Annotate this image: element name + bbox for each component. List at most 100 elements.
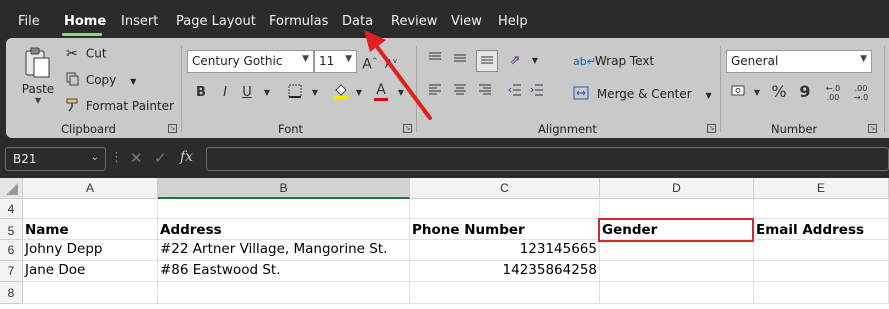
column-header-c[interactable]: C bbox=[410, 178, 600, 199]
italic-button[interactable]: I bbox=[216, 84, 234, 102]
copy-label: Copy bbox=[85, 73, 117, 87]
row-header[interactable]: 5 bbox=[0, 219, 23, 240]
cell-e4[interactable] bbox=[754, 199, 889, 219]
align-right-icon[interactable] bbox=[476, 84, 494, 102]
chevron-down-icon: ⌄ bbox=[90, 152, 99, 163]
cell-d6[interactable] bbox=[600, 240, 754, 261]
column-header-e[interactable]: E bbox=[754, 178, 889, 199]
font-color-swatch bbox=[374, 98, 388, 101]
tab-home[interactable]: Home bbox=[64, 14, 106, 29]
cut-button[interactable]: ✂ Cut bbox=[66, 46, 107, 62]
chevron-down-icon[interactable]: ▼ bbox=[350, 84, 368, 102]
decrease-font-size-icon[interactable]: Av bbox=[382, 52, 400, 71]
decrease-decimal-icon[interactable]: .00 →.0 bbox=[852, 84, 870, 102]
borders-icon[interactable] bbox=[286, 84, 304, 102]
dialog-launcher-icon[interactable]: ↘ bbox=[707, 124, 716, 133]
cell-a4[interactable] bbox=[23, 199, 158, 219]
cell-b8[interactable] bbox=[158, 282, 410, 304]
increase-indent-icon[interactable] bbox=[528, 84, 546, 102]
fill-color-icon[interactable] bbox=[332, 82, 350, 100]
chevron-down-icon[interactable]: ▼ bbox=[392, 84, 410, 102]
cancel-icon[interactable]: ✕ bbox=[130, 149, 143, 167]
align-middle-icon[interactable] bbox=[451, 52, 469, 70]
font-color-icon[interactable]: A bbox=[372, 82, 390, 101]
cell-a5[interactable]: Name bbox=[23, 219, 158, 240]
tab-insert[interactable]: Insert bbox=[121, 14, 158, 29]
column-header-b[interactable]: B bbox=[158, 178, 410, 199]
cell-c6[interactable]: 123145665 bbox=[410, 240, 600, 261]
cell-a8[interactable] bbox=[23, 282, 158, 304]
format-painter-button[interactable]: Format Painter bbox=[66, 98, 174, 115]
cell-e8[interactable] bbox=[754, 282, 889, 304]
paste-button[interactable]: Paste ▼ bbox=[20, 46, 56, 116]
number-format-dropdown[interactable]: General ▼ bbox=[726, 50, 872, 73]
cell-e5[interactable]: Email Address bbox=[754, 219, 889, 240]
row-header[interactable]: 6 bbox=[0, 240, 23, 261]
dialog-launcher-icon[interactable]: ↘ bbox=[403, 124, 412, 133]
copy-button[interactable]: Copy ▼ bbox=[66, 72, 136, 89]
decrease-indent-icon[interactable] bbox=[506, 84, 524, 102]
comma-style-button[interactable]: 9 bbox=[796, 83, 814, 101]
insert-function-icon[interactable]: fx bbox=[180, 149, 193, 165]
tab-review[interactable]: Review bbox=[391, 14, 437, 29]
wrap-text-button[interactable]: ab↵ Wrap Text bbox=[573, 54, 654, 68]
font-name-dropdown[interactable]: Century Gothic ▼ bbox=[187, 50, 314, 73]
align-bottom-icon[interactable] bbox=[476, 50, 498, 72]
merge-center-button[interactable]: Merge & Center ▼ bbox=[573, 86, 712, 103]
column-header-a[interactable]: A bbox=[23, 178, 158, 199]
chevron-down-icon[interactable]: ▼ bbox=[306, 84, 324, 102]
chevron-down-icon[interactable]: ▼ bbox=[526, 52, 544, 70]
increase-decimal-icon[interactable]: ←.0.00 bbox=[824, 84, 842, 102]
cell-d7[interactable] bbox=[600, 261, 754, 282]
chevron-down-icon: ▼ bbox=[345, 54, 352, 64]
group-separator bbox=[181, 46, 182, 132]
row-header[interactable]: 4 bbox=[0, 199, 23, 219]
cell-d4[interactable] bbox=[600, 199, 754, 219]
number-format-value: General bbox=[731, 54, 779, 68]
merge-cells-icon bbox=[573, 86, 593, 103]
chevron-down-icon[interactable]: ▼ bbox=[258, 84, 276, 102]
enter-check-icon[interactable]: ✓ bbox=[154, 149, 167, 167]
orientation-icon[interactable]: ⇗ bbox=[506, 52, 524, 70]
increase-font-size-icon[interactable]: A^ bbox=[361, 52, 379, 73]
cell-b4[interactable] bbox=[158, 199, 410, 219]
align-center-icon[interactable] bbox=[451, 84, 469, 102]
column-header-d[interactable]: D bbox=[600, 178, 754, 199]
chevron-down-icon[interactable]: ▼ bbox=[748, 84, 766, 102]
select-all-corner[interactable] bbox=[0, 178, 23, 199]
cell-c4[interactable] bbox=[410, 199, 600, 219]
align-left-icon[interactable] bbox=[426, 84, 444, 102]
cell-d5[interactable]: Gender bbox=[600, 219, 754, 240]
tab-view[interactable]: View bbox=[451, 14, 482, 29]
font-size-dropdown[interactable]: 11 ▼ bbox=[314, 50, 357, 73]
cell-c5[interactable]: Phone Number bbox=[410, 219, 600, 240]
row-header[interactable]: 8 bbox=[0, 282, 23, 304]
name-box[interactable]: B21 ⌄ bbox=[5, 147, 106, 171]
tab-help[interactable]: Help bbox=[498, 14, 528, 29]
underline-button[interactable]: U bbox=[238, 84, 256, 102]
cell-a7[interactable]: Jane Doe bbox=[23, 261, 158, 282]
cell-c8[interactable] bbox=[410, 282, 600, 304]
cell-c7[interactable]: 14235864258 bbox=[410, 261, 600, 282]
cell-a6[interactable]: Johny Depp bbox=[23, 240, 158, 261]
tab-page-layout[interactable]: Page Layout bbox=[176, 14, 256, 29]
cell-e6[interactable] bbox=[754, 240, 889, 261]
accounting-format-icon[interactable] bbox=[730, 84, 748, 102]
cell-b6[interactable]: #22 Artner Village, Mangorine St. bbox=[158, 240, 410, 261]
tab-formulas[interactable]: Formulas bbox=[269, 14, 328, 29]
percent-style-button[interactable]: % bbox=[770, 83, 788, 101]
formula-input[interactable] bbox=[206, 147, 889, 171]
tab-data[interactable]: Data bbox=[342, 14, 373, 29]
cell-b5[interactable]: Address bbox=[158, 219, 410, 240]
cell-b7[interactable]: #86 Eastwood St. bbox=[158, 261, 410, 282]
row-header[interactable]: 7 bbox=[0, 261, 23, 282]
bold-button[interactable]: B bbox=[192, 84, 210, 102]
cell-d8[interactable] bbox=[600, 282, 754, 304]
alignment-group-label: Alignment bbox=[538, 122, 597, 136]
tab-file[interactable]: File bbox=[18, 14, 40, 29]
more-options-icon[interactable]: ⋮ bbox=[110, 150, 123, 165]
dialog-launcher-icon[interactable]: ↘ bbox=[868, 124, 877, 133]
dialog-launcher-icon[interactable]: ↘ bbox=[168, 124, 177, 133]
cell-e7[interactable] bbox=[754, 261, 889, 282]
align-top-icon[interactable] bbox=[426, 52, 444, 70]
